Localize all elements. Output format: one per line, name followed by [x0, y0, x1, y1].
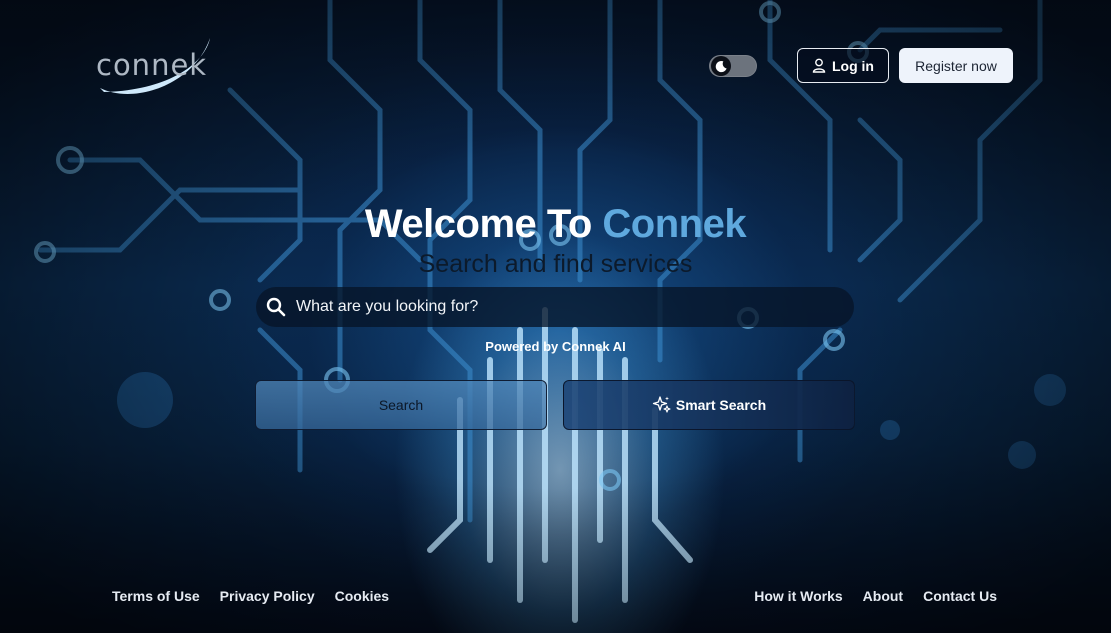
logo-text: connek — [96, 48, 208, 82]
login-button[interactable]: Log in — [797, 48, 889, 83]
smart-search-label: Smart Search — [675, 397, 767, 413]
footer-link-privacy[interactable]: Privacy Policy — [220, 588, 315, 604]
search-icon — [266, 297, 286, 317]
login-label: Log in — [832, 57, 874, 74]
register-button[interactable]: Register now — [899, 48, 1013, 83]
smart-search-button[interactable]: Smart Search — [563, 380, 855, 430]
theme-toggle[interactable] — [709, 55, 757, 77]
sparkles-icon — [652, 396, 671, 413]
footer-link-about[interactable]: About — [863, 588, 903, 604]
footer-left-links: Terms of Use Privacy Policy Cookies — [112, 588, 389, 604]
footer-link-contact[interactable]: Contact Us — [923, 588, 997, 604]
powered-by-text: Powered by Connek AI — [485, 339, 626, 354]
register-label: Register now — [915, 57, 997, 74]
search-button-label: Search — [378, 397, 424, 413]
search-bar[interactable] — [256, 287, 854, 327]
hero-subtitle: Search and find services — [418, 250, 693, 278]
connek-logo[interactable]: connek — [94, 30, 229, 100]
hero-title: Welcome To Connek — [0, 202, 1111, 247]
footer-link-cookies[interactable]: Cookies — [335, 588, 389, 604]
footer-right-links: How it Works About Contact Us — [754, 588, 997, 604]
footer-link-terms[interactable]: Terms of Use — [112, 588, 200, 604]
footer-link-how-it-works[interactable]: How it Works — [754, 588, 842, 604]
search-button[interactable]: Search — [255, 380, 547, 430]
search-input[interactable] — [294, 297, 818, 317]
hero-title-accent: Connek — [602, 202, 747, 246]
user-icon — [812, 58, 826, 73]
hero-title-prefix: Welcome To — [364, 202, 603, 246]
moon-icon — [711, 56, 731, 76]
